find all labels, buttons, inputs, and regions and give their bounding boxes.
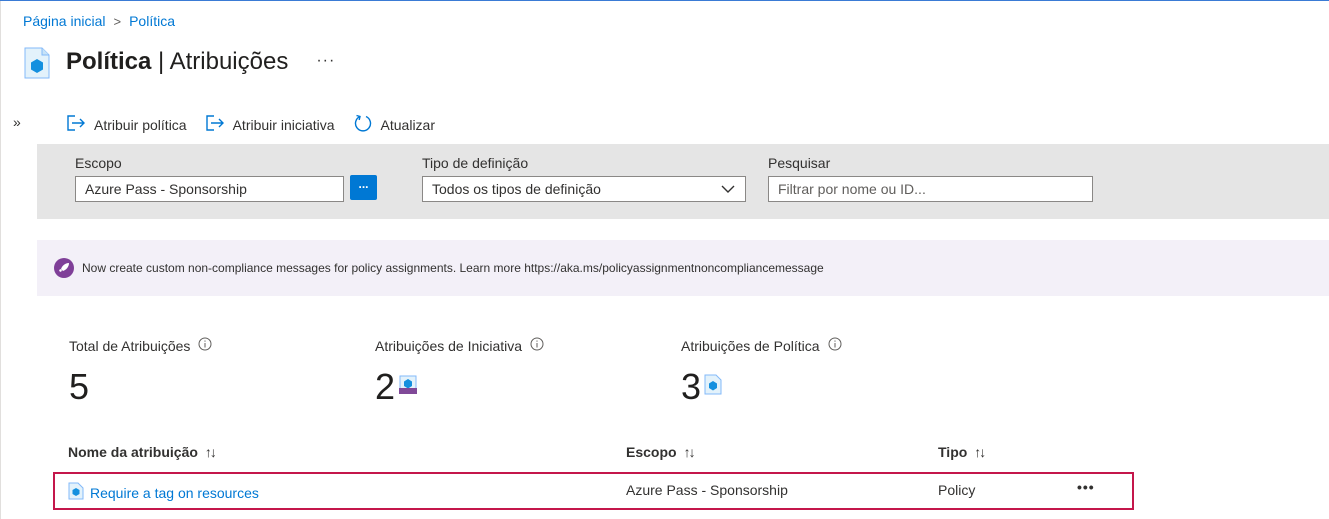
- stat-total-value: 5: [69, 366, 90, 407]
- expand-menu-button[interactable]: »: [13, 114, 21, 130]
- scope-picker-button[interactable]: ...: [350, 175, 377, 200]
- definition-type-value: Todos os tipos de definição: [432, 181, 601, 197]
- column-header-type-label: Tipo: [938, 444, 968, 460]
- refresh-icon: [353, 113, 381, 136]
- stat-total: Total de Atribuições 5: [69, 337, 212, 408]
- stat-initiative-label: Atribuições de Iniciativa: [375, 337, 523, 354]
- stat-initiative-value: 2: [375, 366, 396, 407]
- page-title-main: Política: [66, 47, 152, 75]
- search-input[interactable]: Filtrar por nome ou ID...: [768, 176, 1093, 202]
- definition-type-select[interactable]: Todos os tipos de definição: [422, 176, 746, 202]
- assign-arrow-icon: [205, 114, 233, 135]
- page-title-sub: | Atribuições: [151, 47, 289, 75]
- stat-total-label: Total de Atribuições: [69, 337, 191, 354]
- row-name-cell: Require a tag on resources: [68, 482, 259, 503]
- info-icon[interactable]: [198, 337, 212, 354]
- left-border: [0, 1, 1, 519]
- scope-label: Escopo: [75, 155, 122, 171]
- row-more-options-button[interactable]: •••: [1077, 479, 1095, 495]
- breadcrumb: Página inicial > Política: [23, 13, 175, 29]
- column-header-scope[interactable]: Escopo ↑↓: [626, 444, 696, 460]
- policy-icon: [701, 366, 723, 408]
- refresh-button[interactable]: Atualizar: [353, 113, 435, 136]
- assign-initiative-button[interactable]: Atribuir iniciativa: [205, 114, 335, 135]
- info-icon[interactable]: [530, 337, 544, 354]
- column-header-name-label: Nome da atribuição: [68, 444, 198, 460]
- column-header-type[interactable]: Tipo ↑↓: [938, 444, 986, 460]
- page-title: Política | Atribuições: [66, 48, 288, 76]
- stat-policy-label: Atribuições de Política: [681, 337, 820, 354]
- chevron-down-icon: [721, 181, 735, 197]
- breadcrumb-separator: >: [113, 13, 122, 29]
- top-border: [0, 0, 1329, 1]
- sort-icon: ↑↓: [204, 444, 217, 460]
- more-options-button[interactable]: ···: [316, 52, 335, 70]
- breadcrumb-policy-link[interactable]: Política: [129, 13, 175, 29]
- sort-icon: ↑↓: [683, 444, 696, 460]
- column-header-scope-label: Escopo: [626, 444, 677, 460]
- stat-initiative: Atribuições de Iniciativa 2: [375, 337, 544, 408]
- stat-policy: Atribuições de Política 3: [681, 337, 842, 408]
- assign-arrow-icon: [66, 114, 94, 135]
- rocket-icon: [54, 258, 74, 278]
- definition-type-label: Tipo de definição: [422, 155, 529, 171]
- assign-initiative-label: Atribuir iniciativa: [232, 116, 335, 133]
- page-header: Política | Atribuições ···: [23, 42, 335, 81]
- assignment-name-link[interactable]: Require a tag on resources: [90, 485, 259, 501]
- refresh-label: Atualizar: [380, 116, 435, 133]
- row-scope-cell: Azure Pass - Sponsorship: [626, 482, 788, 498]
- initiative-icon: [395, 366, 419, 408]
- assign-policy-button[interactable]: Atribuir política: [66, 114, 187, 135]
- command-bar: Atribuir política Atribuir iniciativa At…: [66, 113, 453, 136]
- scope-field[interactable]: Azure Pass - Sponsorship: [75, 176, 344, 202]
- search-label: Pesquisar: [768, 155, 831, 171]
- info-banner: Now create custom non-compliance message…: [37, 240, 1329, 296]
- row-type-cell: Policy: [938, 482, 976, 498]
- policy-page-icon: [23, 42, 66, 81]
- breadcrumb-home-link[interactable]: Página inicial: [23, 13, 106, 29]
- column-header-name[interactable]: Nome da atribuição ↑↓: [68, 444, 217, 460]
- info-icon[interactable]: [828, 337, 842, 354]
- banner-message: Now create custom non-compliance message…: [82, 261, 824, 275]
- filter-panel: Escopo Azure Pass - Sponsorship ... Tipo…: [37, 144, 1329, 219]
- sort-icon: ↑↓: [974, 444, 986, 460]
- search-placeholder: Filtrar por nome ou ID...: [778, 181, 926, 197]
- stat-policy-value: 3: [681, 366, 702, 407]
- policy-icon: [68, 482, 84, 503]
- assign-policy-label: Atribuir política: [94, 116, 187, 133]
